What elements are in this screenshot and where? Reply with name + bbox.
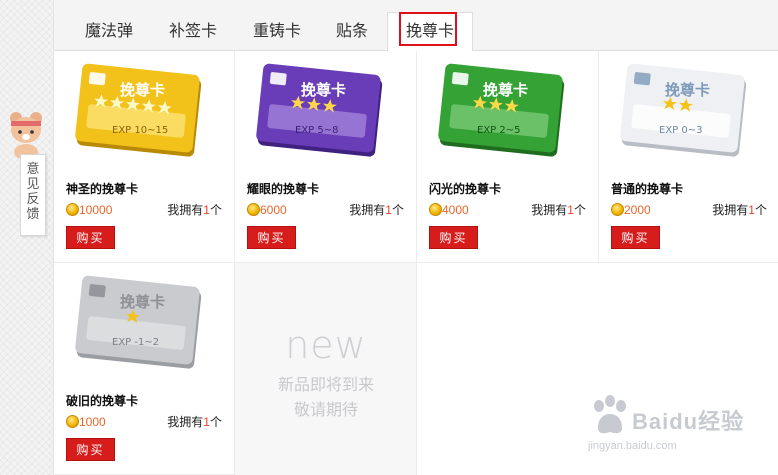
product-price: 2000 xyxy=(611,202,651,218)
product-price: 1000 xyxy=(66,414,106,430)
card-title-text: 挽尊卡 xyxy=(120,293,165,311)
coin-icon xyxy=(66,203,79,216)
card-green-icon[interactable]: 挽尊卡 EXP 2~5 xyxy=(425,61,575,163)
watermark-brand: Baidu经验 xyxy=(632,409,745,434)
coin-icon xyxy=(611,203,624,216)
card-exp-text: EXP 5~8 xyxy=(295,125,338,136)
bear-mascot-icon xyxy=(10,112,42,158)
product-name: 耀眼的挽尊卡 xyxy=(247,182,320,196)
card-title-text: 挽尊卡 xyxy=(120,81,165,99)
owned-number: 1 xyxy=(203,415,210,429)
card-exp-text: EXP 10~15 xyxy=(112,125,168,136)
price-value: 2000 xyxy=(624,203,651,217)
baidu-watermark: Baidu经验 jingyan.baidu.com xyxy=(586,388,743,468)
tab-sticker[interactable]: 贴条 xyxy=(320,14,384,50)
owned-number: 1 xyxy=(567,203,574,217)
price-value: 1000 xyxy=(79,415,106,429)
buy-button[interactable]: 购买 xyxy=(66,226,115,249)
product-name: 普通的挽尊卡 xyxy=(611,182,684,196)
buy-button[interactable]: 购买 xyxy=(247,226,296,249)
product-card: 挽尊卡 EXP -1~2 破旧的挽尊卡 1000 我拥有1个 购买 xyxy=(54,263,235,475)
product-name: 破旧的挽尊卡 xyxy=(66,394,139,408)
product-price: 10000 xyxy=(66,202,112,218)
buy-button[interactable]: 购买 xyxy=(66,438,115,461)
tab-magic-bullet[interactable]: 魔法弹 xyxy=(70,14,148,50)
feedback-tab[interactable]: 意见反馈 xyxy=(20,154,46,236)
owned-prefix: 我拥有 xyxy=(167,203,204,217)
owned-suffix: 个 xyxy=(573,203,586,217)
tab-bar: 魔法弹 补签卡 重铸卡 贴条 挽尊卡 xyxy=(54,0,778,52)
coming-soon-placeholder: new 新品即将到来 敬请期待 xyxy=(235,263,417,475)
price-value: 10000 xyxy=(79,203,113,217)
watermark-url: jingyan.baidu.com xyxy=(588,440,677,452)
product-name: 闪光的挽尊卡 xyxy=(429,182,502,196)
feedback-widget[interactable]: 意见反馈 xyxy=(4,108,48,236)
card-gray-icon[interactable]: 挽尊卡 EXP -1~2 xyxy=(62,273,212,375)
buy-button[interactable]: 购买 xyxy=(611,226,660,249)
product-name: 神圣的挽尊卡 xyxy=(66,182,139,196)
product-card: 挽尊卡 EXP 5~8 耀眼的挽尊卡 6000 我拥有1个 购买 xyxy=(235,51,417,263)
owned-prefix: 我拥有 xyxy=(349,203,386,217)
coin-icon xyxy=(66,415,79,428)
owned-count: 我拥有1个 xyxy=(531,202,586,218)
product-card: 挽尊卡 EXP 0~3 普通的挽尊卡 2000 我拥有1个 购买 xyxy=(599,51,778,263)
card-title-text: 挽尊卡 xyxy=(301,81,346,99)
card-exp-text: EXP 2~5 xyxy=(477,125,520,136)
owned-count: 我拥有1个 xyxy=(167,414,222,430)
tab-recast-card[interactable]: 重铸卡 xyxy=(238,14,316,50)
card-purple-icon[interactable]: 挽尊卡 EXP 5~8 xyxy=(243,61,393,163)
product-price: 6000 xyxy=(247,202,287,218)
owned-number: 1 xyxy=(748,203,755,217)
feedback-label: 意见反馈 xyxy=(26,161,40,221)
card-title-text: 挽尊卡 xyxy=(483,81,528,99)
coin-icon xyxy=(247,203,260,216)
owned-count: 我拥有1个 xyxy=(712,202,767,218)
owned-number: 1 xyxy=(203,203,210,217)
coming-soon-line1: 新品即将到来 xyxy=(277,377,374,394)
tab-signin-card[interactable]: 补签卡 xyxy=(154,14,232,50)
card-gold-icon[interactable]: 挽尊卡 EXP 10~15 xyxy=(62,61,212,163)
product-card: 挽尊卡 EXP 2~5 闪光的挽尊卡 4000 我拥有1个 购买 xyxy=(417,51,599,263)
paw-logo-icon xyxy=(594,395,626,434)
coming-soon-line2: 敬请期待 xyxy=(293,402,358,419)
owned-suffix: 个 xyxy=(209,203,222,217)
owned-number: 1 xyxy=(385,203,392,217)
owned-prefix: 我拥有 xyxy=(167,415,204,429)
owned-prefix: 我拥有 xyxy=(531,203,568,217)
card-exp-text: EXP 0~3 xyxy=(659,125,702,136)
price-value: 4000 xyxy=(442,203,469,217)
owned-prefix: 我拥有 xyxy=(712,203,749,217)
owned-count: 我拥有1个 xyxy=(167,202,222,218)
new-word: new xyxy=(285,323,367,367)
coin-icon xyxy=(429,203,442,216)
card-title-text: 挽尊卡 xyxy=(665,81,710,99)
owned-suffix: 个 xyxy=(209,415,222,429)
owned-suffix: 个 xyxy=(754,203,767,217)
owned-count: 我拥有1个 xyxy=(349,202,404,218)
product-price: 4000 xyxy=(429,202,469,218)
card-exp-text: EXP -1~2 xyxy=(112,337,159,348)
owned-suffix: 个 xyxy=(391,203,404,217)
tab-wanzun-card[interactable]: 挽尊卡 xyxy=(387,12,473,52)
product-card: 挽尊卡 EXP 10~15 神圣的挽尊卡 10000 我拥有1个 购买 xyxy=(54,51,235,263)
card-white-icon[interactable]: 挽尊卡 EXP 0~3 xyxy=(607,61,757,163)
price-value: 6000 xyxy=(260,203,287,217)
buy-button[interactable]: 购买 xyxy=(429,226,478,249)
